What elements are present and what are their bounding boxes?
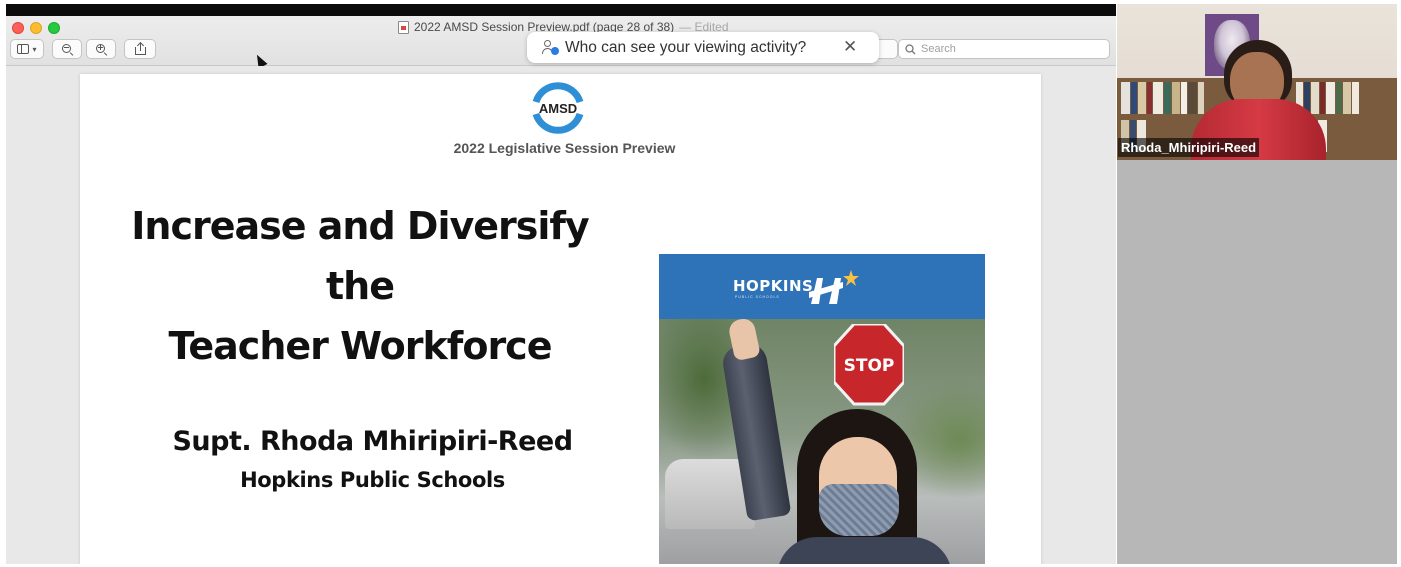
face-mask-shape — [819, 484, 899, 536]
person-icon — [542, 39, 559, 56]
stop-sign-icon: STOP — [834, 324, 904, 406]
sidebar-toggle-button[interactable]: ▾ — [10, 39, 44, 59]
presenter-name: Supt. Rhoda Mhiripiri-Reed — [172, 426, 573, 457]
hopkins-subtitle: PUBLIC SCHOOLS — [735, 295, 780, 299]
window-top-edge — [6, 4, 1116, 16]
zoom-in-icon — [95, 43, 107, 56]
share-button[interactable] — [124, 39, 156, 59]
coat-shape — [777, 537, 952, 564]
district-name: Hopkins Public Schools — [240, 468, 505, 492]
window-maximize-button[interactable] — [48, 22, 60, 34]
share-icon — [134, 41, 146, 55]
stop-sign-text: STOP — [844, 356, 895, 376]
search-input[interactable] — [921, 43, 1101, 55]
search-icon — [905, 43, 916, 54]
pdf-file-icon — [398, 20, 409, 34]
zoom-out-button[interactable] — [52, 39, 82, 59]
slide-title-line: Teacher Workforce — [168, 324, 553, 368]
hopkins-logo-icon — [809, 270, 859, 304]
search-field[interactable] — [898, 39, 1110, 59]
preview-window: 2022 AMSD Session Preview.pdf (page 28 o… — [6, 4, 1116, 564]
window-minimize-button[interactable] — [30, 22, 42, 34]
student-photo: STOP — [659, 316, 985, 564]
hopkins-brochure-image: HOPKINS PUBLIC SCHOOLS STOP — [659, 254, 985, 564]
notification-text[interactable]: Who can see your viewing activity? — [565, 39, 806, 57]
session-tagline: 2022 Legislative Session Preview — [453, 140, 676, 156]
participant-video-tile[interactable]: Rhoda_Mhiripiri-Reed — [1117, 4, 1397, 160]
sidebar-icon — [17, 44, 30, 54]
window-close-button[interactable] — [12, 22, 24, 34]
slide-title: Increase and Diversify the Teacher Workf… — [120, 196, 600, 376]
participant-name-label: Rhoda_Mhiripiri-Reed — [1118, 138, 1260, 157]
hopkins-banner: HOPKINS PUBLIC SCHOOLS — [659, 254, 985, 319]
close-icon[interactable]: ✕ — [843, 37, 857, 57]
slide-title-line: Increase and Diversify — [131, 204, 589, 248]
viewing-activity-notification[interactable]: Who can see your viewing activity? ✕ — [527, 32, 879, 63]
empty-video-panel — [1117, 160, 1397, 564]
zoom-in-button[interactable] — [86, 39, 116, 59]
slide-title-line: the — [326, 264, 395, 308]
amsd-logo: AMSD — [532, 82, 584, 134]
pdf-viewport[interactable]: AMSD 2022 Legislative Session Preview In… — [6, 66, 1116, 564]
zoom-out-icon — [61, 43, 73, 56]
hopkins-wordmark: HOPKINS — [733, 277, 814, 295]
amsd-logo-text: AMSD — [539, 101, 577, 116]
chevron-down-icon: ▾ — [32, 44, 37, 54]
pdf-page: AMSD 2022 Legislative Session Preview In… — [80, 74, 1041, 564]
screen: 2022 AMSD Session Preview.pdf (page 28 o… — [0, 0, 1401, 567]
